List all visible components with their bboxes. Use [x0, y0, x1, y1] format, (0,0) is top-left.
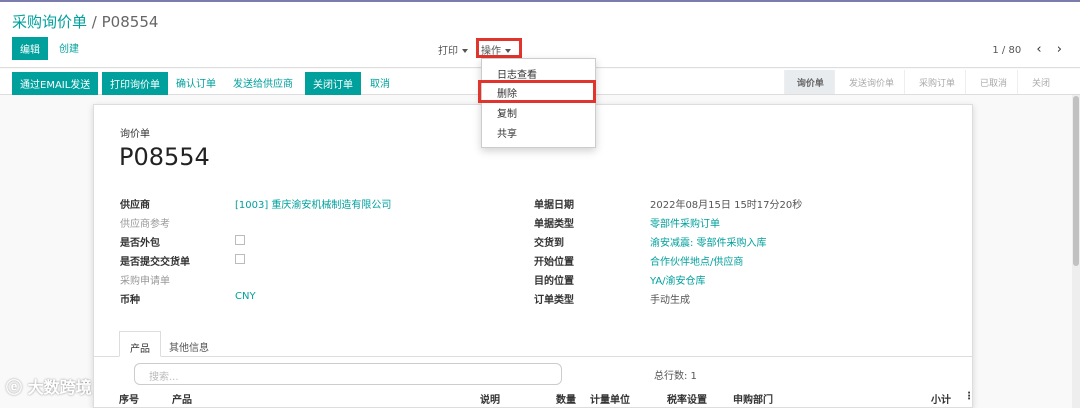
- status-step[interactable]: 关闭: [1016, 70, 1060, 94]
- field-value-order-type: 手动生成: [650, 295, 690, 306]
- field-label-dest-location: 目的位置: [534, 276, 574, 287]
- column-header-quantity[interactable]: 数量: [556, 391, 576, 406]
- menu-item-duplicate[interactable]: 复制: [497, 105, 517, 120]
- watermark-text: 大数跨境: [27, 378, 92, 397]
- lines-search-input[interactable]: 搜索...: [134, 363, 562, 385]
- column-header-tax[interactable]: 税率设置: [667, 391, 707, 406]
- tab-products[interactable]: 产品: [119, 331, 161, 357]
- form-sheet: 询价单 P08554 供应商 [1003] 重庆渝安机械制造有限公司 供应商参考…: [93, 104, 974, 408]
- breadcrumb-parent-link[interactable]: 采购询价单: [12, 13, 87, 31]
- menu-item-log[interactable]: 日志查看: [497, 66, 537, 81]
- column-header-seq[interactable]: 序号: [119, 391, 139, 406]
- field-value-source-location[interactable]: 合作伙伴地点/供应商: [650, 253, 743, 268]
- highlight-box-delete: [478, 80, 596, 103]
- print-rfq-button[interactable]: 打印询价单: [102, 72, 168, 95]
- close-order-button[interactable]: 关闭订单: [305, 72, 361, 95]
- column-header-subtotal[interactable]: 小计: [931, 391, 951, 406]
- column-header-uom[interactable]: 计量单位: [590, 391, 630, 406]
- print-menu-toggle[interactable]: 打印: [438, 42, 468, 57]
- tab-other-info[interactable]: 其他信息: [159, 331, 219, 357]
- column-options-icon[interactable]: ⋮: [964, 391, 974, 402]
- status-bar: 询价单 发送询价单 采购订单 已取消 关闭: [783, 70, 1060, 94]
- field-label-source-location: 开始位置: [534, 257, 574, 268]
- field-label-vendor-ref: 供应商参考: [120, 219, 170, 230]
- breadcrumb: 采购询价单 / P08554: [12, 11, 158, 32]
- outsourced-checkbox[interactable]: [235, 235, 245, 245]
- field-value-currency[interactable]: CNY: [235, 291, 256, 302]
- pager: 1 / 80 ‹ ›: [992, 42, 1062, 57]
- column-header-product[interactable]: 产品: [172, 391, 192, 406]
- field-value-deliver-to[interactable]: 渝安减震: 零部件采购入库: [650, 234, 767, 249]
- field-value-date: 2022年08月15日 15时17分20秒: [650, 200, 803, 211]
- field-label-deliver-to: 交货到: [534, 238, 564, 249]
- column-header-description[interactable]: 说明: [480, 391, 500, 406]
- edit-button[interactable]: 编辑: [12, 37, 48, 60]
- menu-item-share[interactable]: 共享: [497, 125, 517, 140]
- field-label-vendor: 供应商: [120, 200, 150, 211]
- field-label-submit-delivery: 是否提交交货单: [120, 257, 190, 268]
- field-label-outsourced: 是否外包: [120, 238, 160, 249]
- field-value-dest-location[interactable]: YA/渝安仓库: [650, 272, 706, 287]
- confirm-order-button[interactable]: 确认订单: [176, 75, 216, 90]
- watermark-logo-icon: ⓔ: [6, 378, 23, 397]
- status-step[interactable]: 询价单: [783, 70, 834, 94]
- column-header-department[interactable]: 申购部门: [733, 391, 773, 406]
- field-value-vendor[interactable]: [1003] 重庆渝安机械制造有限公司: [235, 196, 391, 211]
- document-number: P08554: [119, 143, 210, 171]
- status-step[interactable]: 发送询价单: [833, 70, 904, 94]
- watermark: ⓔ 大数跨境: [6, 374, 92, 398]
- pager-prev-icon[interactable]: ‹: [1036, 42, 1041, 57]
- tab-divider: [94, 356, 972, 357]
- breadcrumb-separator: /: [91, 13, 97, 31]
- send-email-button[interactable]: 通过EMAIL发送: [12, 72, 99, 95]
- cancel-button[interactable]: 取消: [370, 75, 390, 90]
- document-type-label: 询价单: [120, 129, 150, 140]
- pager-value[interactable]: 1 / 80: [992, 45, 1021, 56]
- field-label-doc-type: 单据类型: [534, 219, 574, 230]
- scrollbar-thumb[interactable]: [1073, 96, 1079, 266]
- field-label-date: 单据日期: [534, 200, 574, 211]
- status-step[interactable]: 已取消: [964, 70, 1017, 94]
- create-button[interactable]: 创建: [59, 40, 79, 55]
- status-step[interactable]: 采购订单: [903, 70, 965, 94]
- field-label-purchase-request: 采购申请单: [120, 276, 170, 287]
- breadcrumb-current: P08554: [101, 13, 159, 31]
- lines-total-count: 总行数: 1: [654, 371, 697, 382]
- field-value-doc-type[interactable]: 零部件采购订单: [650, 215, 720, 230]
- print-menu-label: 打印: [438, 46, 458, 57]
- action-dropdown-menu: 日志查看 删除 复制 共享: [481, 58, 596, 148]
- chevron-down-icon: [462, 49, 468, 53]
- send-to-vendor-button[interactable]: 发送给供应商: [233, 75, 293, 90]
- field-label-currency: 币种: [120, 295, 140, 306]
- submit-delivery-checkbox[interactable]: [235, 254, 245, 264]
- field-label-order-type: 订单类型: [534, 295, 574, 306]
- pager-next-icon[interactable]: ›: [1057, 42, 1062, 57]
- highlight-box-action: [476, 38, 522, 58]
